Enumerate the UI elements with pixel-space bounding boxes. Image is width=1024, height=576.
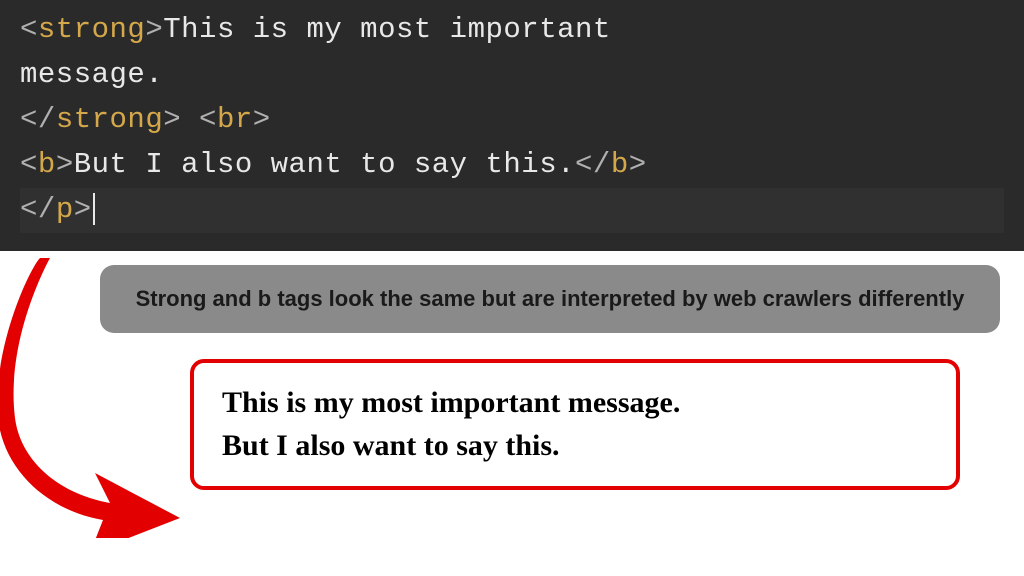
code-text: But I also want to say this. bbox=[74, 148, 575, 181]
code-line-2: message. bbox=[20, 53, 1004, 98]
tag-bracket: < bbox=[20, 148, 38, 181]
code-line-1: <strong>This is my most important bbox=[20, 8, 1004, 53]
code-line-5: </p> bbox=[20, 188, 1004, 233]
tag-name-b: b bbox=[38, 148, 56, 181]
caption-box: Strong and b tags look the same but are … bbox=[100, 265, 1000, 333]
caption-text: Strong and b tags look the same but are … bbox=[136, 286, 965, 311]
tag-name-b: b bbox=[611, 148, 629, 181]
tag-bracket: < bbox=[20, 13, 38, 46]
tag-bracket: > bbox=[629, 148, 647, 181]
code-editor: <strong>This is my most important messag… bbox=[0, 0, 1024, 251]
text-cursor bbox=[93, 193, 95, 225]
tag-bracket: </ bbox=[20, 103, 56, 136]
tag-name-br: br bbox=[217, 103, 253, 136]
output-line-2: But I also want to say this. bbox=[222, 424, 928, 468]
code-line-4: <b>But I also want to say this.</b> bbox=[20, 143, 1004, 188]
tag-name-strong: strong bbox=[38, 13, 145, 46]
tag-bracket: > bbox=[253, 103, 271, 136]
tag-bracket: < bbox=[199, 103, 217, 136]
output-box: This is my most important message. But I… bbox=[190, 359, 960, 490]
tag-bracket: > bbox=[163, 103, 181, 136]
output-line-1: This is my most important message. bbox=[222, 381, 928, 425]
tag-bracket: > bbox=[56, 148, 74, 181]
tag-bracket: > bbox=[74, 193, 92, 226]
tag-name-p: p bbox=[56, 193, 74, 226]
tag-bracket: </ bbox=[20, 193, 56, 226]
code-line-3: </strong> <br> bbox=[20, 98, 1004, 143]
tag-bracket: > bbox=[145, 13, 163, 46]
space bbox=[181, 103, 199, 136]
tag-name-strong: strong bbox=[56, 103, 163, 136]
code-text: This is my most important bbox=[163, 13, 611, 46]
tag-bracket: </ bbox=[575, 148, 611, 181]
code-text: message. bbox=[20, 58, 163, 91]
